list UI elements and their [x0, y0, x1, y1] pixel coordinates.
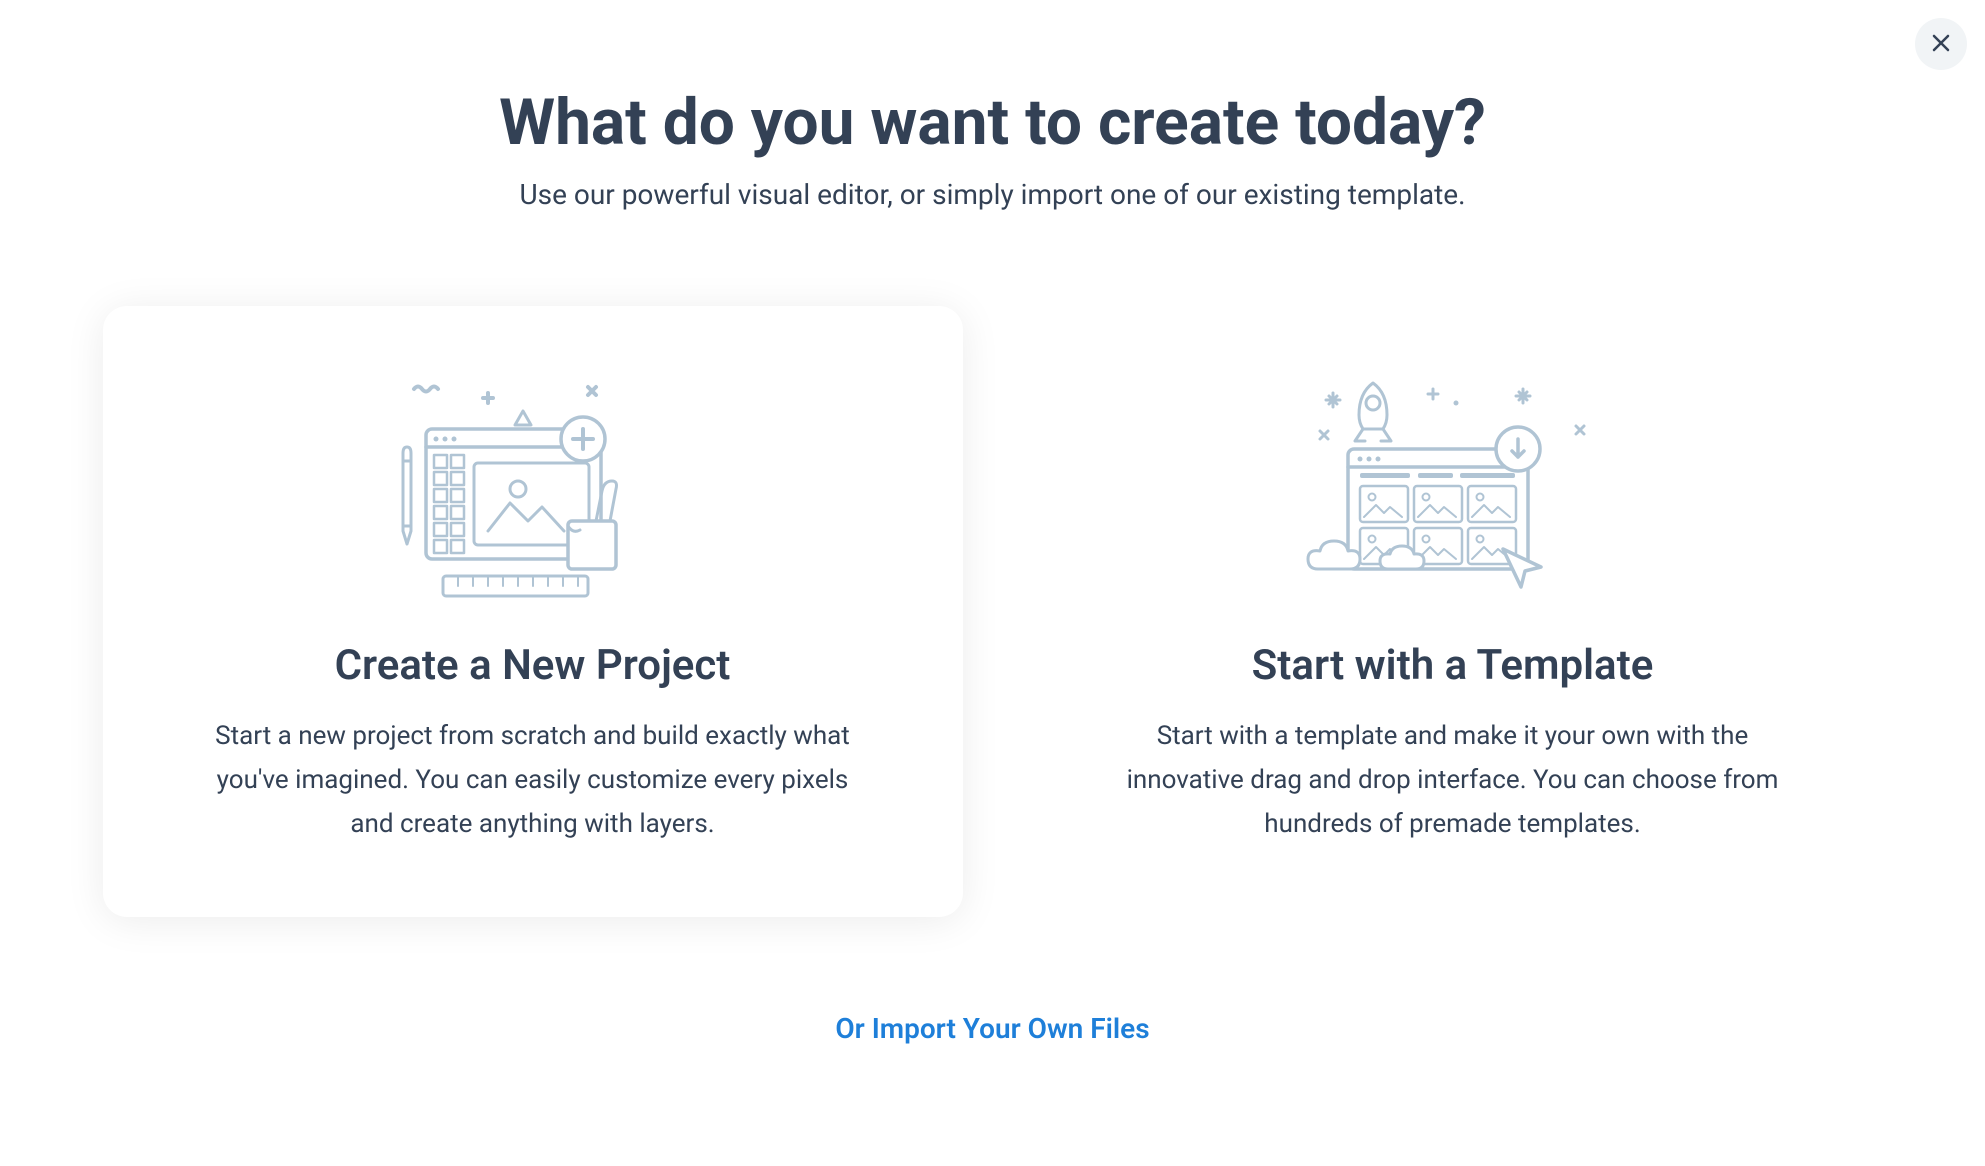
close-icon — [1929, 31, 1953, 58]
create-new-project-card[interactable]: Create a New Project Start a new project… — [103, 306, 963, 917]
page-subtitle: Use our powerful visual editor, or simpl… — [519, 178, 1465, 211]
create-project-illustration — [378, 371, 688, 611]
create-card-title: Create a New Project — [198, 641, 868, 690]
template-card-description: Start with a template and make it your o… — [1118, 714, 1788, 847]
create-card-description: Start a new project from scratch and bui… — [198, 714, 868, 847]
page-title: What do you want to create today? — [499, 85, 1486, 160]
template-illustration — [1298, 371, 1608, 611]
import-files-link[interactable]: Or Import Your Own Files — [835, 1012, 1149, 1045]
modal-container: What do you want to create today? Use ou… — [0, 0, 1985, 1045]
cards-container: Create a New Project Start a new project… — [103, 306, 1883, 917]
start-with-template-card[interactable]: Start with a Template Start with a templ… — [1023, 306, 1883, 917]
close-button[interactable] — [1915, 18, 1967, 70]
template-card-title: Start with a Template — [1118, 641, 1788, 690]
